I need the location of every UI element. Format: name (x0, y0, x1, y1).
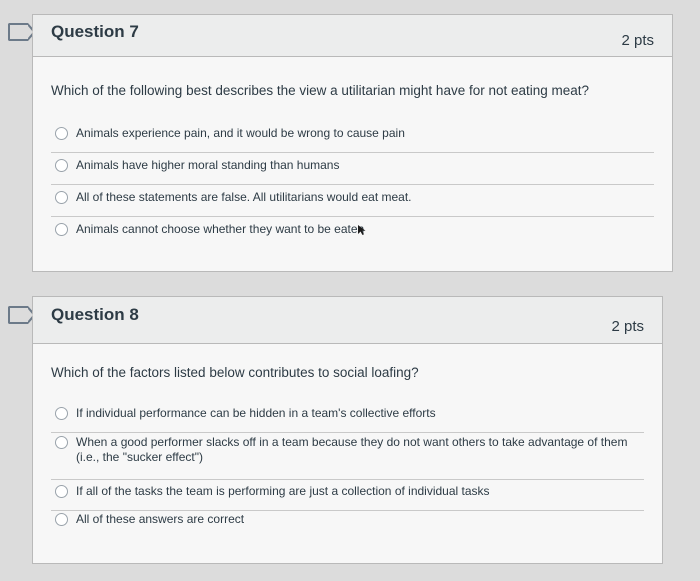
question-header: Question 7 2 pts (33, 15, 672, 57)
answer-option[interactable]: Animals cannot choose whether they want … (51, 222, 654, 248)
answer-label[interactable]: If all of the tasks the team is performi… (76, 484, 490, 499)
answer-label[interactable]: If individual performance can be hidden … (76, 406, 436, 421)
answer-option[interactable]: All of these statements are false. All u… (51, 190, 654, 217)
mouse-pointer-icon (358, 225, 366, 235)
radio-unselected-icon[interactable] (55, 407, 68, 420)
radio-unselected-icon[interactable] (55, 513, 68, 526)
question-header: Question 8 2 pts (33, 297, 662, 344)
answer-label[interactable]: All of these answers are correct (76, 512, 244, 527)
answer-option[interactable]: Animals have higher moral standing than … (51, 158, 654, 185)
question-title: Question 7 (51, 21, 139, 41)
question-card: Question 8 2 pts Which of the factors li… (32, 296, 663, 564)
flag-question-icon[interactable] (8, 306, 36, 324)
flag-question-icon[interactable] (8, 23, 36, 41)
answer-option[interactable]: All of these answers are correct (51, 512, 644, 538)
radio-unselected-icon[interactable] (55, 485, 68, 498)
radio-unselected-icon[interactable] (55, 191, 68, 204)
question-text: Which of the following best describes th… (51, 83, 590, 98)
answer-option[interactable]: Animals experience pain, and it would be… (51, 126, 654, 153)
radio-unselected-icon[interactable] (55, 223, 68, 236)
radio-unselected-icon[interactable] (55, 436, 68, 449)
answer-label[interactable]: Animals have higher moral standing than … (76, 158, 339, 173)
answer-option[interactable]: If individual performance can be hidden … (51, 406, 644, 433)
answer-label[interactable]: Animals cannot choose whether they want … (76, 222, 364, 237)
question-card: Question 7 2 pts Which of the following … (32, 14, 673, 272)
answer-option[interactable]: When a good performer slacks off in a te… (51, 435, 644, 480)
answer-label[interactable]: All of these statements are false. All u… (76, 190, 412, 205)
question-points: 2 pts (611, 317, 644, 335)
answer-option[interactable]: If all of the tasks the team is performi… (51, 484, 644, 511)
question-title: Question 8 (51, 305, 139, 324)
radio-unselected-icon[interactable] (55, 159, 68, 172)
question-points: 2 pts (621, 32, 654, 49)
answer-label[interactable]: When a good performer slacks off in a te… (76, 435, 644, 465)
question-text: Which of the factors listed below contri… (51, 365, 419, 380)
answer-label[interactable]: Animals experience pain, and it would be… (76, 126, 405, 141)
radio-unselected-icon[interactable] (55, 127, 68, 140)
